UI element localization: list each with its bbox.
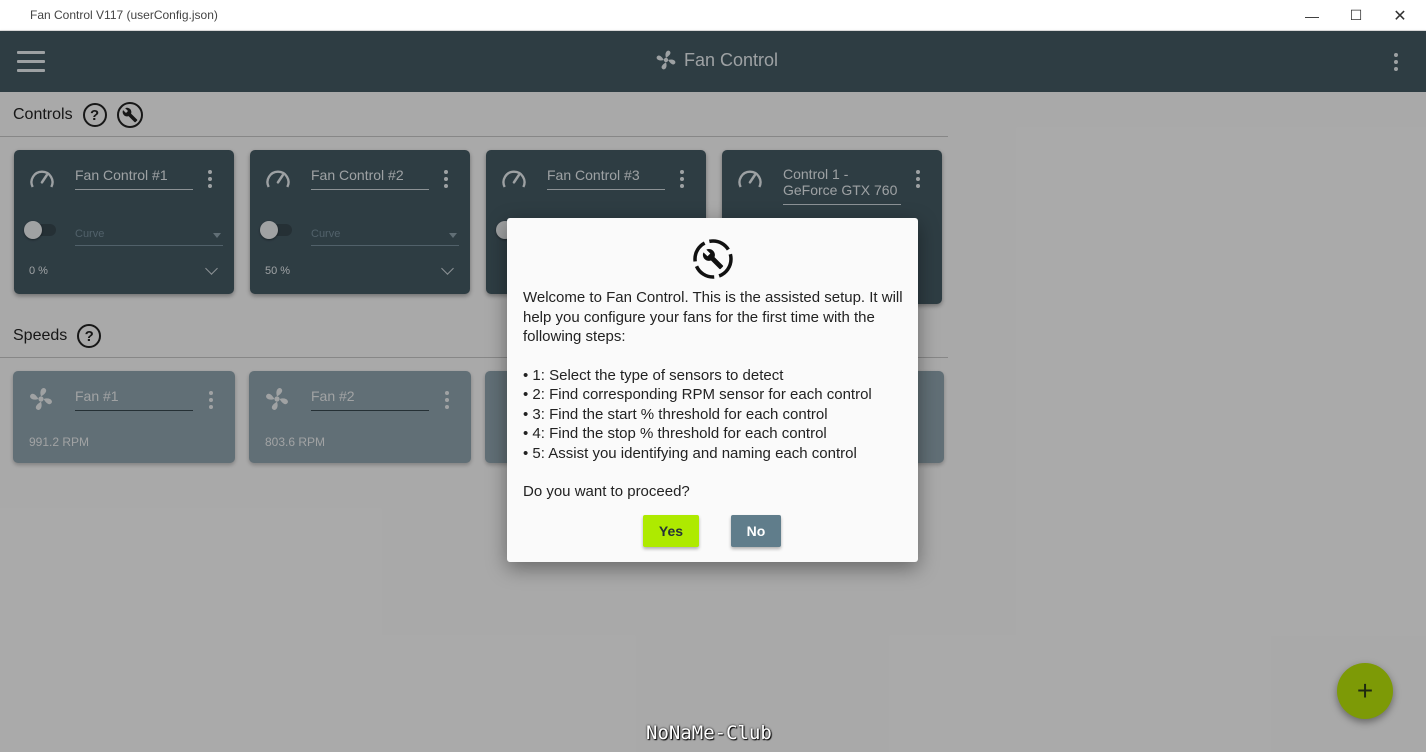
dialog-step: • 2: Find corresponding RPM sensor for e… [523, 386, 872, 403]
maximize-button[interactable]: ☐ [1334, 0, 1378, 31]
dialog-body: Welcome to Fan Control. This is the assi… [523, 288, 907, 502]
dialog-step: • 1: Select the type of sensors to detec… [523, 366, 784, 384]
assisted-setup-dialog: Welcome to Fan Control. This is the assi… [507, 218, 918, 562]
dialog-intro: Welcome to Fan Control. This is the assi… [523, 289, 903, 345]
window-title: Fan Control V117 (userConfig.json) [30, 8, 218, 22]
minimize-button[interactable]: — [1290, 0, 1334, 31]
dialog-step: • 4: Find the stop % threshold for each … [523, 425, 827, 442]
assisted-setup-icon [693, 239, 733, 279]
window-titlebar: Fan Control V117 (userConfig.json) — ☐ ✕ [0, 0, 1426, 31]
yes-button[interactable]: Yes [643, 515, 699, 547]
dialog-step: • 3: Find the start % threshold for each… [523, 405, 828, 423]
add-button[interactable]: + [1337, 663, 1393, 719]
dialog-step: • 5: Assist you identifying and naming e… [523, 444, 857, 462]
watermark: NoNaMe-Club [646, 722, 772, 744]
close-button[interactable]: ✕ [1378, 0, 1422, 31]
no-button[interactable]: No [731, 515, 781, 547]
dialog-question: Do you want to proceed? [523, 483, 690, 500]
